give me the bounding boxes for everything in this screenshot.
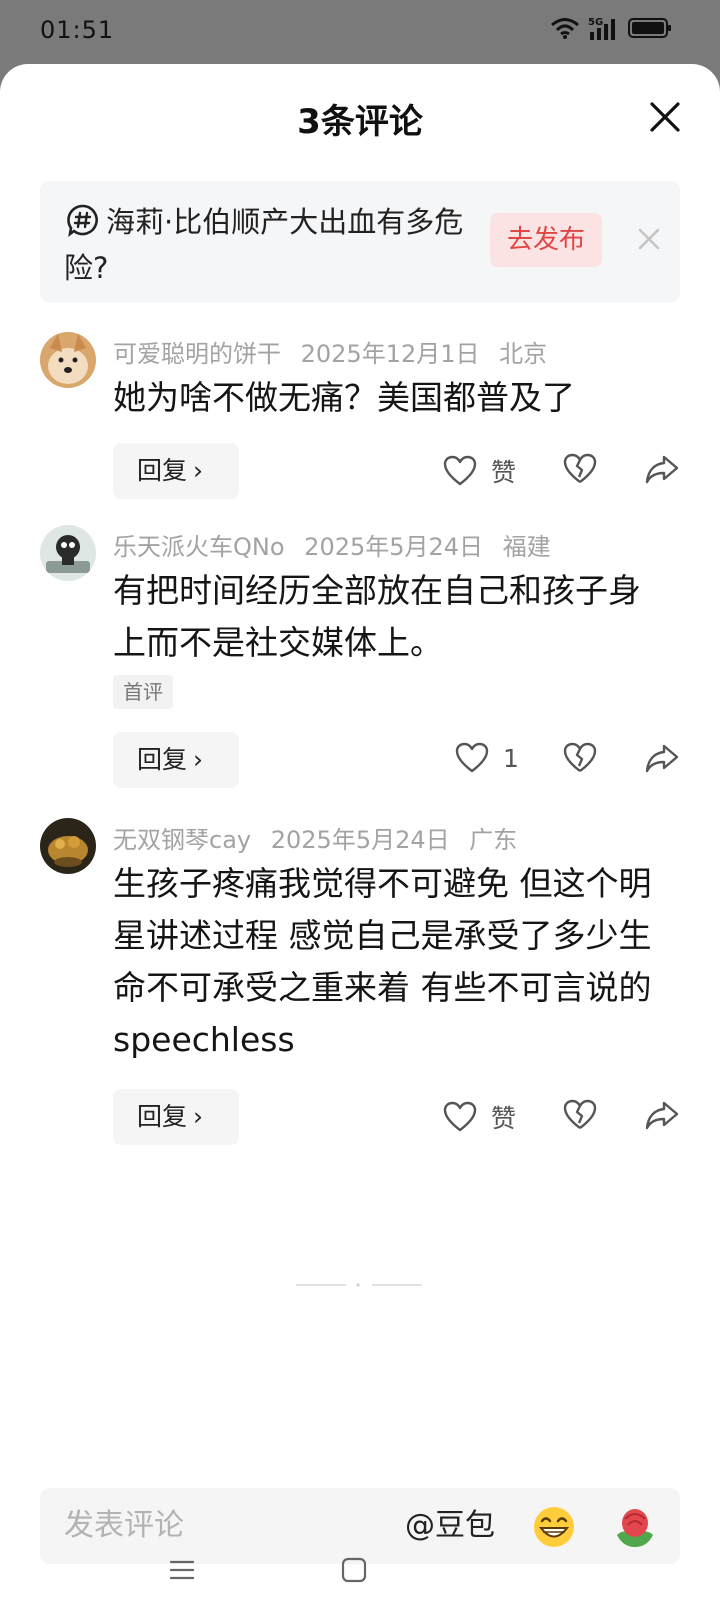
signal-5g-icon: 5G — [588, 17, 615, 40]
status-bar: 01:51 5G — [0, 0, 720, 64]
like-button[interactable]: 1 — [455, 742, 519, 774]
avatar[interactable] — [40, 818, 96, 874]
chevron-right-icon: › — [193, 456, 204, 485]
status-icons: 5G — [550, 16, 672, 40]
comment-location: 北京 — [499, 340, 548, 368]
network-label: 5G — [588, 17, 603, 28]
reply-button[interactable]: 回复 › — [113, 1089, 239, 1145]
comment-date: 2025年12月1日 — [300, 340, 480, 368]
reply-button[interactable]: 回复 › — [113, 443, 239, 499]
comment-location: 福建 — [502, 533, 551, 561]
reply-label: 回复 — [137, 456, 188, 485]
reply-button[interactable]: 回复 › — [113, 732, 239, 788]
broken-heart-icon[interactable] — [563, 453, 597, 485]
chevron-right-icon: › — [193, 1102, 204, 1131]
share-icon[interactable] — [644, 742, 680, 774]
comment-meta: 乐天派火车QNo 2025年5月24日 福建 — [113, 527, 563, 562]
navigation-bar — [0, 1540, 720, 1612]
comment-text: 有把时间经历全部放在自己和孩子身上而不是社交媒体上。 — [113, 571, 641, 662]
username[interactable]: 无双钢琴cay — [113, 826, 251, 854]
broken-heart-icon[interactable] — [563, 1099, 597, 1131]
close-icon[interactable] — [648, 100, 682, 134]
dismiss-icon[interactable] — [635, 225, 663, 253]
like-count: 1 — [503, 743, 519, 773]
status-time: 01:51 — [40, 16, 115, 44]
comment-meta: 可爱聪明的饼干 2025年12月1日 北京 — [113, 334, 559, 369]
avatar[interactable] — [40, 332, 96, 388]
heart-icon — [443, 1101, 477, 1132]
list-end-indicator — [296, 1283, 422, 1287]
like-label: 赞 — [491, 458, 517, 487]
like-button[interactable]: 赞 — [443, 453, 516, 489]
username[interactable]: 乐天派火车QNo — [113, 533, 285, 561]
share-icon[interactable] — [644, 453, 680, 485]
broken-heart-icon[interactable] — [563, 742, 597, 774]
reply-label: 回复 — [137, 745, 188, 774]
share-icon[interactable] — [644, 1099, 680, 1131]
username[interactable]: 可爱聪明的饼干 — [113, 340, 281, 368]
comment-meta: 无双钢琴cay 2025年5月24日 广东 — [113, 820, 529, 855]
like-button[interactable]: 赞 — [443, 1099, 516, 1135]
like-label: 赞 — [491, 1104, 517, 1133]
comment-text: 她为啥不做无痛？美国都普及了 — [113, 378, 575, 417]
menu-icon[interactable] — [168, 1556, 196, 1584]
chevron-right-icon: › — [193, 745, 204, 774]
wifi-icon — [551, 18, 579, 39]
reply-label: 回复 — [137, 1102, 188, 1131]
comment-date: 2025年5月24日 — [270, 826, 450, 854]
home-icon[interactable] — [340, 1556, 368, 1584]
topic-text: 海莉·比伯顺产大出血有多危险? — [64, 205, 464, 285]
sheet-title: 3条评论 — [297, 102, 423, 142]
first-comment-badge: 首评 — [113, 675, 173, 709]
battery-icon — [628, 18, 671, 38]
publish-button[interactable]: 去发布 — [490, 213, 602, 267]
avatar[interactable] — [40, 525, 96, 581]
heart-icon — [455, 742, 489, 773]
comment-location: 广东 — [469, 826, 518, 854]
heart-icon — [443, 455, 477, 486]
comment-date: 2025年5月24日 — [304, 533, 484, 561]
comment-text: 生孩子疼痛我觉得不可避免 但这个明星讲述过程 感觉自己是承受了多少生命不可承受之… — [113, 864, 652, 1059]
comments-sheet: 3条评论 海莉·比伯顺产大出血有多危险? 去发布 可爱聪明的饼干 2025年12… — [0, 64, 720, 1612]
topic-card[interactable]: 海莉·比伯顺产大出血有多危险? 去发布 — [40, 181, 680, 303]
